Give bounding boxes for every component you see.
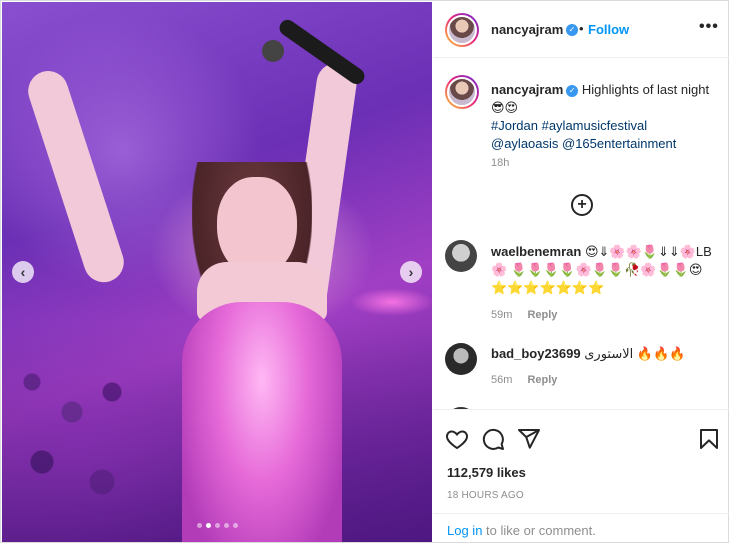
post-media[interactable]: ‹ › [2,2,432,542]
verified-icon: ✓ [566,84,579,97]
carousel-dot [233,523,238,528]
caption-time: 18h [491,157,510,169]
chevron-left-icon[interactable]: ‹ [12,261,34,283]
comment-meta: 56m Reply [491,374,557,386]
login-link[interactable]: Log in [447,523,482,538]
caption-mentions[interactable]: @aylaoasis @165entertainment [491,136,676,151]
carousel-dot-active [206,523,211,528]
verified-icon: ✓ [566,24,578,36]
heart-icon[interactable] [445,427,469,451]
comment-item: waelbenemran 😍⇓🌸🌸🌷⇓⇓🌸LB🌸 🌷🌷🌷🌷🌸🌷🌷🥀🌸🌷🌷😍 ⭐⭐… [491,243,717,297]
performer-left-arm [22,65,130,288]
avatar[interactable] [445,13,479,47]
post-date: 18 HOURS AGO [447,490,524,501]
chevron-right-icon[interactable]: › [400,261,422,283]
comment-time: 56m [491,374,513,386]
caption-username[interactable]: nancyajram [491,82,563,97]
bookmark-icon[interactable] [697,427,721,451]
follow-button[interactable]: Follow [588,22,629,37]
comment-time: 59m [491,309,513,321]
post-side-panel: nancyajram ✓ • Follow ••• nancyajram ✓ Hi… [433,2,729,543]
carousel-dot [215,523,220,528]
comment-username[interactable]: waelbenemran [491,244,581,259]
caption-hashtags[interactable]: #Jordan #aylamusicfestival [491,118,647,133]
login-bar: Log in to like or comment. [433,513,729,544]
carousel-dots [197,523,238,528]
comment-text: الاستورى 🔥🔥🔥 [584,346,686,361]
reply-button[interactable]: Reply [527,374,557,386]
comment-icon[interactable] [481,427,505,451]
separator-dot: • [579,21,584,36]
reply-button[interactable]: Reply [527,309,557,321]
post-header: nancyajram ✓ • Follow ••• [433,2,729,58]
share-icon[interactable] [517,427,541,451]
comment-item: bad_boy23699 الاستورى 🔥🔥🔥 [491,345,717,363]
performer-dress [182,302,342,542]
header-username[interactable]: nancyajram [491,22,563,37]
more-icon[interactable]: ••• [699,18,719,36]
comments-section[interactable]: nancyajram ✓ Highlights of last night 😎😍 … [433,59,729,409]
login-prompt: Log in to like or comment. [447,523,596,538]
carousel-dot [224,523,229,528]
caption: nancyajram ✓ Highlights of last night 😎😍 … [491,81,717,153]
comment-username[interactable]: bad_boy23699 [491,346,581,361]
microphone-head [262,40,284,62]
login-suffix: to like or comment. [482,523,596,538]
caption-avatar[interactable] [445,75,479,109]
carousel-dot [197,523,202,528]
post-window: ‹ › nancyajram ✓ • Follow ••• nancyajram… [0,0,729,543]
comment-meta: 59m Reply [491,309,557,321]
likes-count[interactable]: 112,579 likes [447,465,526,480]
comment-avatar[interactable] [445,343,477,375]
add-circle-icon[interactable]: + [571,194,593,216]
post-actions: 112,579 likes 18 HOURS AGO Log in to lik… [433,409,729,543]
comment-avatar[interactable] [445,240,477,272]
